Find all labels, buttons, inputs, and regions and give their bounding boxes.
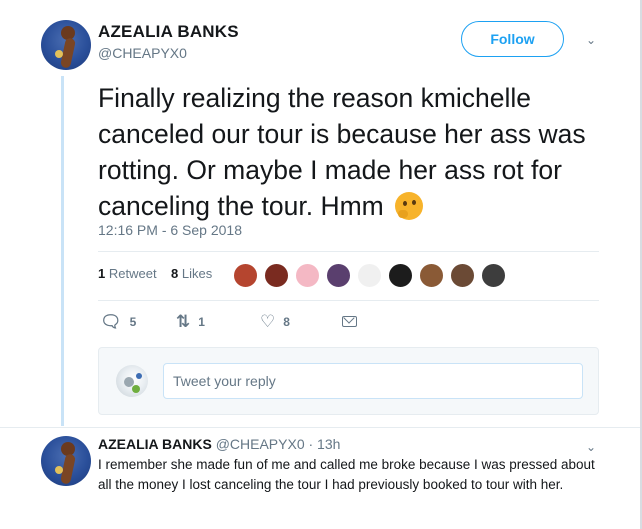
reply-count: 5	[129, 315, 137, 329]
retweet-label[interactable]: Retweet	[109, 266, 157, 281]
tweet-stats: 1 Retweet 8 Likes	[98, 266, 212, 281]
reply-icon: 🗨	[100, 312, 122, 331]
retweet-icon: ⇅	[176, 312, 191, 331]
reply-header: AZEALIA BANKS @CHEAPYX0 · 13h	[98, 436, 340, 452]
chevron-down-icon[interactable]: ⌄	[586, 33, 596, 47]
thread-line	[61, 76, 64, 426]
author-name[interactable]: AZEALIA BANKS	[98, 22, 239, 42]
envelope-icon	[342, 316, 357, 327]
liker-avatar[interactable]	[233, 263, 258, 288]
liker-avatar[interactable]	[481, 263, 506, 288]
reply-author-avatar[interactable]	[41, 436, 91, 486]
reply-tweet-text: I remember she made fun of me and called…	[98, 457, 595, 492]
retweet-action-count: 1	[198, 315, 205, 329]
thinking-face-emoji-icon	[395, 192, 424, 220]
liker-avatar[interactable]	[388, 263, 413, 288]
tweet-actions: 🗨 5 ⇅ 1 ♡ 8	[100, 312, 400, 336]
tweet-text: Finally realizing the reason kmichelle c…	[98, 80, 618, 224]
retweet-count[interactable]: 1	[98, 266, 105, 281]
reply-input[interactable]: Tweet your reply	[163, 363, 583, 399]
reply-button[interactable]: 🗨 5	[100, 312, 136, 332]
divider	[98, 251, 599, 252]
liker-avatar[interactable]	[450, 263, 475, 288]
reply-author-name[interactable]: AZEALIA BANKS	[98, 436, 212, 452]
chevron-down-icon[interactable]: ⌄	[586, 440, 596, 454]
liker-avatar[interactable]	[295, 263, 320, 288]
liker-avatar[interactable]	[326, 263, 351, 288]
heart-icon: ♡	[260, 312, 276, 331]
tweet-text-content: Finally realizing the reason kmichelle c…	[98, 83, 586, 221]
reply-composer: Tweet your reply	[98, 347, 599, 415]
liker-avatar[interactable]	[264, 263, 289, 288]
like-button[interactable]: ♡ 8	[260, 312, 290, 332]
author-avatar[interactable]	[41, 20, 91, 70]
liker-avatar[interactable]	[419, 263, 444, 288]
like-action-count: 8	[283, 315, 290, 329]
reply-meta[interactable]: @CHEAPYX0 · 13h	[216, 436, 341, 452]
like-count[interactable]: 8	[171, 266, 178, 281]
author-handle[interactable]: @CHEAPYX0	[98, 45, 187, 61]
direct-message-button[interactable]	[342, 316, 357, 327]
divider	[98, 300, 599, 301]
like-label[interactable]: Likes	[182, 266, 212, 281]
follow-button[interactable]: Follow	[461, 21, 564, 57]
retweet-button[interactable]: ⇅ 1	[176, 312, 205, 332]
current-user-avatar[interactable]	[116, 365, 148, 397]
tweet-timestamp[interactable]: 12:16 PM - 6 Sep 2018	[98, 222, 242, 238]
divider	[0, 427, 640, 428]
liker-avatar[interactable]	[357, 263, 382, 288]
